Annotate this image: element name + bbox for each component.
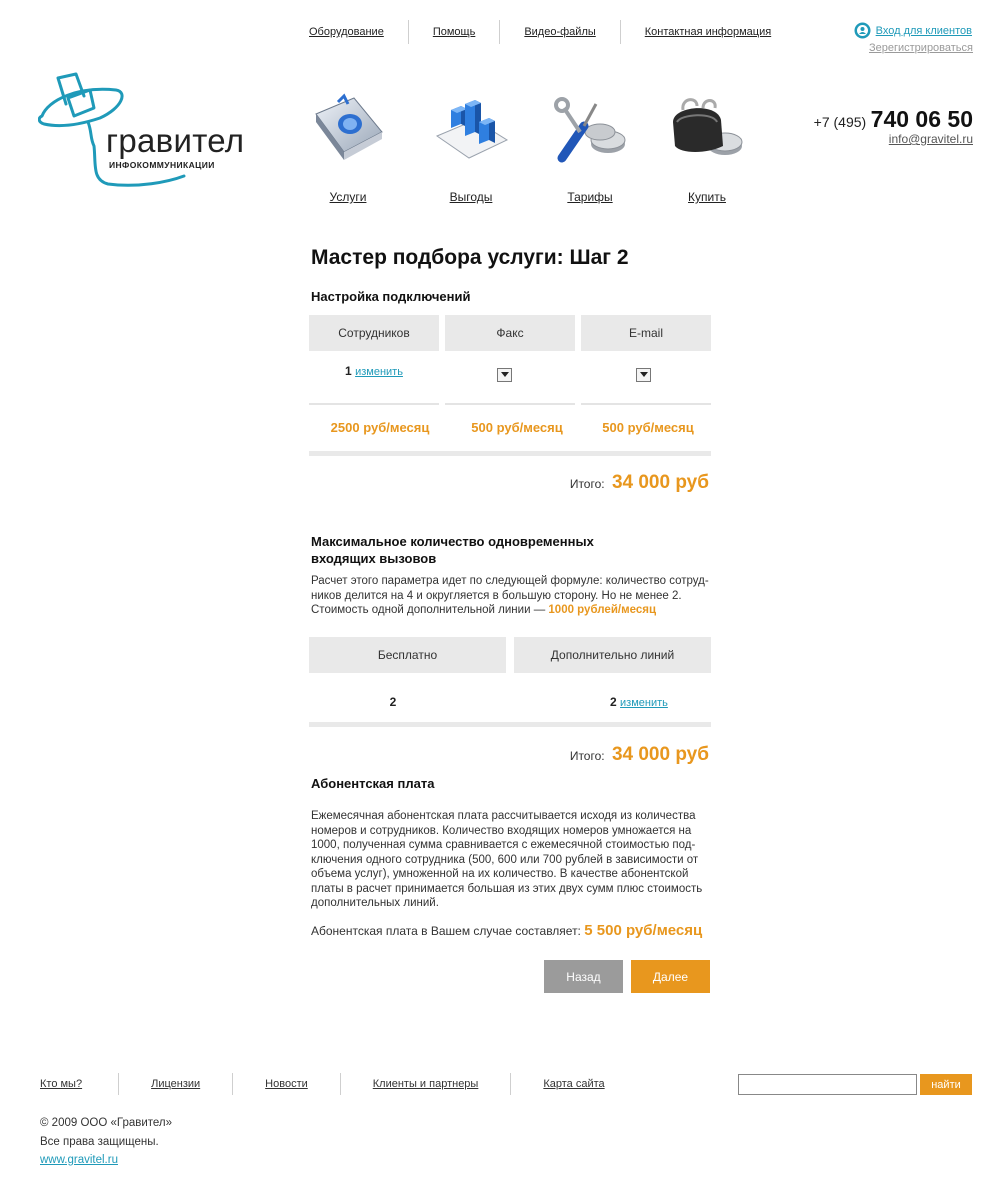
total-value: 34 000 руб — [611, 744, 709, 765]
service-tarify[interactable]: Тарифы — [542, 92, 638, 204]
divider — [309, 403, 439, 405]
col-employees: Сотрудников — [309, 315, 439, 351]
footer-link-sitemap[interactable]: Карта сайта — [511, 1073, 636, 1095]
lines-total: Итого: 34 000 руб — [570, 744, 709, 766]
lines-description: Расчет этого параметра идет по следующей… — [311, 574, 721, 618]
desc-text: Стоимость одной дополнительной линии — — [311, 604, 546, 616]
dropdown-arrow-icon[interactable] — [497, 368, 512, 382]
change-employees-link[interactable]: изменить — [355, 366, 403, 378]
col-free: Бесплатно — [309, 637, 506, 673]
wallet-icon — [673, 98, 743, 155]
search-button[interactable]: найти — [920, 1074, 972, 1095]
employees-count: 1 — [345, 364, 352, 378]
total-label: Итого: — [569, 749, 605, 763]
footer-link-news[interactable]: Новости — [233, 1073, 341, 1095]
service-label[interactable]: Тарифы — [542, 190, 638, 204]
fee-description: Ежемесячная абонентская плата рассчитыва… — [311, 809, 731, 911]
site-link[interactable]: www.gravitel.ru — [40, 1154, 118, 1166]
service-vygody[interactable]: Выгоды — [423, 92, 519, 204]
page-title: Мастер подбора услуги: Шаг 2 — [311, 246, 629, 269]
divider — [581, 403, 711, 405]
free-lines-value: 2 — [389, 695, 397, 709]
col-label: Сотрудников — [338, 326, 410, 340]
fee-line: платы в расчет принимается большая из эт… — [311, 882, 703, 895]
client-login: Вход для клиентов — [854, 22, 972, 39]
logo-tagline: ИНФОКОММУНИКАЦИИ — [109, 160, 215, 170]
register-link[interactable]: Зерегистрироваться — [869, 42, 973, 54]
nav-link-equipment[interactable]: Оборудование — [290, 20, 409, 44]
lines-title-line: Максимальное количество одновременных — [311, 534, 594, 549]
col-fax: Факс — [445, 315, 575, 351]
service-label[interactable]: Выгоды — [423, 190, 519, 204]
user-icon — [854, 22, 871, 39]
book-icon — [315, 93, 383, 160]
footer-link-clients[interactable]: Клиенты и партнеры — [341, 1073, 512, 1095]
dropdown-arrow-icon[interactable] — [636, 368, 651, 382]
tools-coins-icon — [554, 97, 626, 163]
fee-line: дополнительных линий. — [311, 897, 439, 909]
price-fax: 500 руб/месяц — [471, 420, 563, 435]
col-email: E-mail — [581, 315, 711, 351]
change-lines-link[interactable]: изменить — [620, 697, 668, 709]
rights: Все права защищены. — [40, 1136, 159, 1148]
col-label: Бесплатно — [377, 648, 438, 662]
fee-line: ключения одного сотрудника (500, 600 или… — [311, 853, 699, 866]
divider — [309, 451, 711, 456]
extra-lines-value: 2 — [610, 695, 617, 709]
nav-link-video[interactable]: Видео-файлы — [500, 20, 621, 44]
lines-title: Максимальное количество одновременных вх… — [311, 533, 594, 567]
fee-result-label: Абонентская плата в Вашем случае составл… — [311, 924, 581, 938]
footer-link-about[interactable]: Кто мы? — [40, 1073, 120, 1095]
connections-total: Итого: 34 000 руб — [570, 472, 709, 494]
col-label: Дополнительно линий — [550, 648, 675, 662]
lines-title-line: входящих вызовов — [311, 551, 437, 566]
copyright: © 2009 ООО «Гравител» — [40, 1117, 173, 1129]
back-button[interactable]: Назад — [544, 960, 623, 993]
price-email: 500 руб/месяц — [602, 420, 694, 435]
connections-title: Настройка подключений — [311, 289, 471, 304]
divider — [445, 403, 575, 405]
total-value: 34 000 руб — [611, 472, 709, 493]
col-extra: Дополнительно линий — [514, 637, 711, 673]
fax-select[interactable] — [497, 368, 512, 387]
fee-line: объема услуг), умноженной на их количест… — [311, 868, 689, 880]
desc-line: Расчет этого параметра идет по следующей… — [311, 575, 709, 587]
phone: +7 (495) 740 06 50 — [814, 106, 973, 133]
employees-cell: 1 изменить — [309, 364, 439, 378]
fee-line: Ежемесячная абонентская плата рассчитыва… — [311, 810, 696, 822]
logo-text: гравител — [106, 122, 245, 159]
chart-icon — [435, 100, 509, 159]
total-label: Итого: — [569, 477, 605, 491]
extra-line-price: 1000 рублей/месяц — [548, 604, 657, 616]
footer-nav: Кто мы? Лицензии Новости Клиенты и партн… — [40, 1073, 637, 1095]
price-employees: 2500 руб/месяц — [330, 420, 430, 435]
col-label: Факс — [496, 326, 524, 340]
desc-line: Стоимость одной дополнительной линии — 1… — [311, 603, 721, 618]
service-label[interactable]: Купить — [659, 190, 755, 204]
service-label[interactable]: Услуги — [300, 190, 396, 204]
search-input[interactable] — [738, 1074, 917, 1095]
fee-title: Абонентская плата — [311, 776, 435, 791]
phone-prefix: +7 (495) — [813, 114, 867, 130]
client-login-link[interactable]: Вход для клиентов — [876, 25, 972, 37]
fee-result: Абонентская плата в Вашем случае составл… — [311, 922, 702, 939]
next-button[interactable]: Далее — [631, 960, 710, 993]
footer-link-licenses[interactable]: Лицензии — [119, 1073, 234, 1095]
phone-number: 740 06 50 — [870, 106, 973, 132]
extra-lines-cell: 2 изменить — [610, 695, 668, 709]
service-uslugi[interactable]: Услуги — [300, 92, 396, 204]
fee-result-value: 5 500 руб/месяц — [584, 922, 703, 939]
email-select[interactable] — [636, 368, 651, 387]
nav-link-help[interactable]: Помощь — [409, 20, 501, 44]
desc-line: ников делится на 4 и округляется в больш… — [311, 589, 682, 602]
col-label: E-mail — [628, 326, 663, 340]
fee-line: номеров и сотрудников. Количество входящ… — [311, 824, 692, 837]
service-kupit[interactable]: Купить — [659, 92, 755, 204]
fee-line: 1000, полученная сумма сравнивается с еж… — [311, 839, 696, 851]
divider — [309, 722, 711, 727]
nav-link-contacts[interactable]: Контактная информация — [621, 20, 795, 44]
top-nav: Оборудование Помощь Видео-файлы Контактн… — [290, 20, 795, 44]
email-link[interactable]: info@gravitel.ru — [889, 132, 973, 146]
